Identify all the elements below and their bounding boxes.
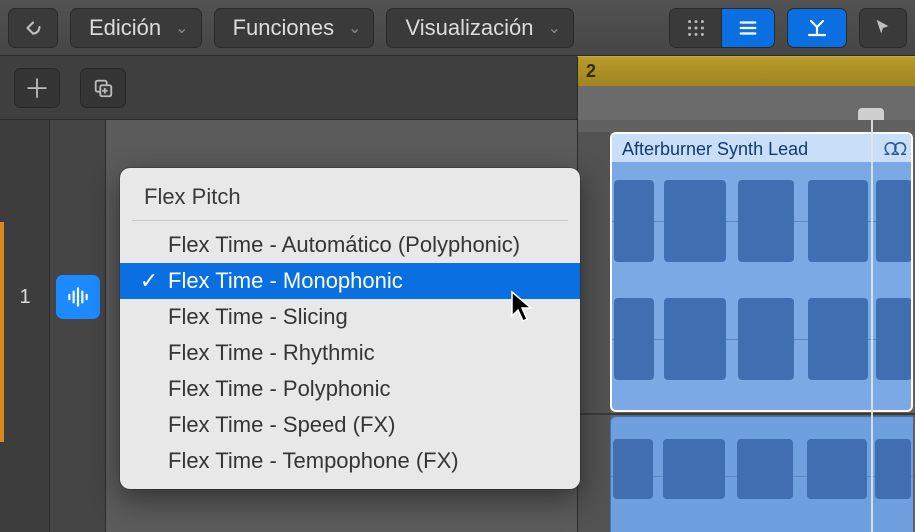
waveform-icon bbox=[65, 284, 91, 310]
functions-menu[interactable]: Funciones ⌄ bbox=[214, 8, 375, 48]
popup-header-label: Flex Pitch bbox=[144, 184, 241, 209]
flex-mode-popup: Flex Pitch ✓Flex Time - Automático (Poly… bbox=[120, 168, 580, 489]
flex-mode-option-label: Flex Time - Slicing bbox=[168, 304, 348, 330]
flex-icon bbox=[803, 14, 831, 42]
bar-ruler[interactable]: 2 bbox=[577, 56, 915, 86]
track-separator bbox=[578, 413, 915, 415]
flex-mode-option[interactable]: ✓Flex Time - Tempophone (FX) bbox=[120, 443, 580, 479]
playhead-line[interactable] bbox=[871, 120, 873, 532]
flex-mode-option[interactable]: ✓Flex Time - Rhythmic bbox=[120, 335, 580, 371]
grid-icon bbox=[685, 17, 707, 39]
sub-toolbar: ＋ 2 bbox=[0, 56, 915, 120]
flex-mode-option[interactable]: ✓Flex Time - Polyphonic bbox=[120, 371, 580, 407]
edit-menu[interactable]: Edición ⌄ bbox=[70, 8, 202, 48]
flex-mode-option-label: Flex Time - Tempophone (FX) bbox=[168, 448, 459, 474]
track-number-1[interactable]: 1 bbox=[0, 222, 50, 372]
pointer-icon bbox=[872, 17, 894, 39]
popup-divider bbox=[132, 220, 568, 221]
back-nav-button[interactable] bbox=[8, 8, 58, 48]
chevron-down-icon: ⌄ bbox=[175, 18, 188, 38]
plus-icon: ＋ bbox=[24, 69, 50, 106]
view-menu[interactable]: Visualización ⌄ bbox=[386, 8, 573, 48]
timeline-area[interactable]: Afterburner Synth Lead 󠀠ᘯᘯ bbox=[577, 120, 915, 532]
functions-menu-label: Funciones bbox=[233, 15, 335, 41]
view-menu-label: Visualización bbox=[405, 15, 533, 41]
waveform-lane bbox=[611, 417, 913, 532]
region-header[interactable]: Afterburner Synth Lead 󠀠ᘯᘯ bbox=[612, 134, 911, 162]
bar-number-label: 2 bbox=[586, 61, 596, 82]
flex-mode-option-label: Flex Time - Rhythmic bbox=[168, 340, 375, 366]
timeline-ruler[interactable]: 2 bbox=[577, 56, 915, 120]
track-header-1[interactable] bbox=[50, 222, 106, 372]
waveform-lane-bottom bbox=[612, 280, 911, 398]
flex-mode-option-label: Flex Time - Monophonic bbox=[168, 268, 403, 294]
duplicate-icon bbox=[92, 77, 114, 99]
view-mode-group bbox=[669, 8, 775, 48]
beat-ruler[interactable] bbox=[577, 86, 915, 120]
flex-mode-option[interactable]: ✓Flex Time - Slicing bbox=[120, 299, 580, 335]
add-button[interactable]: ＋ bbox=[14, 68, 60, 108]
audio-region-secondary[interactable] bbox=[610, 416, 913, 532]
back-arrow-icon bbox=[22, 17, 44, 39]
flex-mode-option-label: Flex Time - Speed (FX) bbox=[168, 412, 395, 438]
editor-toolbar: Edición ⌄ Funciones ⌄ Visualización ⌄ bbox=[0, 0, 915, 56]
track-number-label: 1 bbox=[19, 286, 30, 309]
popup-header-item[interactable]: Flex Pitch bbox=[120, 176, 580, 220]
region-name-label: Afterburner Synth Lead bbox=[622, 139, 808, 160]
flex-mode-option-label: Flex Time - Automático (Polyphonic) bbox=[168, 232, 520, 258]
audio-region[interactable]: Afterburner Synth Lead 󠀠ᘯᘯ bbox=[610, 132, 913, 412]
chevron-down-icon: ⌄ bbox=[548, 18, 561, 38]
region-left-shade bbox=[578, 132, 610, 532]
flex-mode-option[interactable]: ✓Flex Time - Speed (FX) bbox=[120, 407, 580, 443]
flex-mode-option-label: Flex Time - Polyphonic bbox=[168, 376, 391, 402]
flex-mode-option[interactable]: ✓Flex Time - Automático (Polyphonic) bbox=[120, 227, 580, 263]
loop-icon: 󠀠ᘯᘯ bbox=[888, 139, 903, 160]
flex-mode-option[interactable]: ✓ Flex Time - Monophonic bbox=[120, 263, 580, 299]
waveform-lane-top bbox=[612, 162, 911, 280]
edit-menu-label: Edición bbox=[89, 15, 161, 41]
pointer-tool-button[interactable] bbox=[859, 8, 907, 48]
list-view-button[interactable] bbox=[722, 9, 774, 47]
chevron-down-icon: ⌄ bbox=[348, 18, 361, 38]
checkmark-icon: ✓ bbox=[138, 268, 160, 294]
list-icon bbox=[737, 17, 759, 39]
flex-tool-button[interactable] bbox=[787, 8, 847, 48]
grid-view-button[interactable] bbox=[670, 9, 722, 47]
duplicate-button[interactable] bbox=[80, 68, 126, 108]
audio-track-badge[interactable] bbox=[56, 275, 100, 319]
